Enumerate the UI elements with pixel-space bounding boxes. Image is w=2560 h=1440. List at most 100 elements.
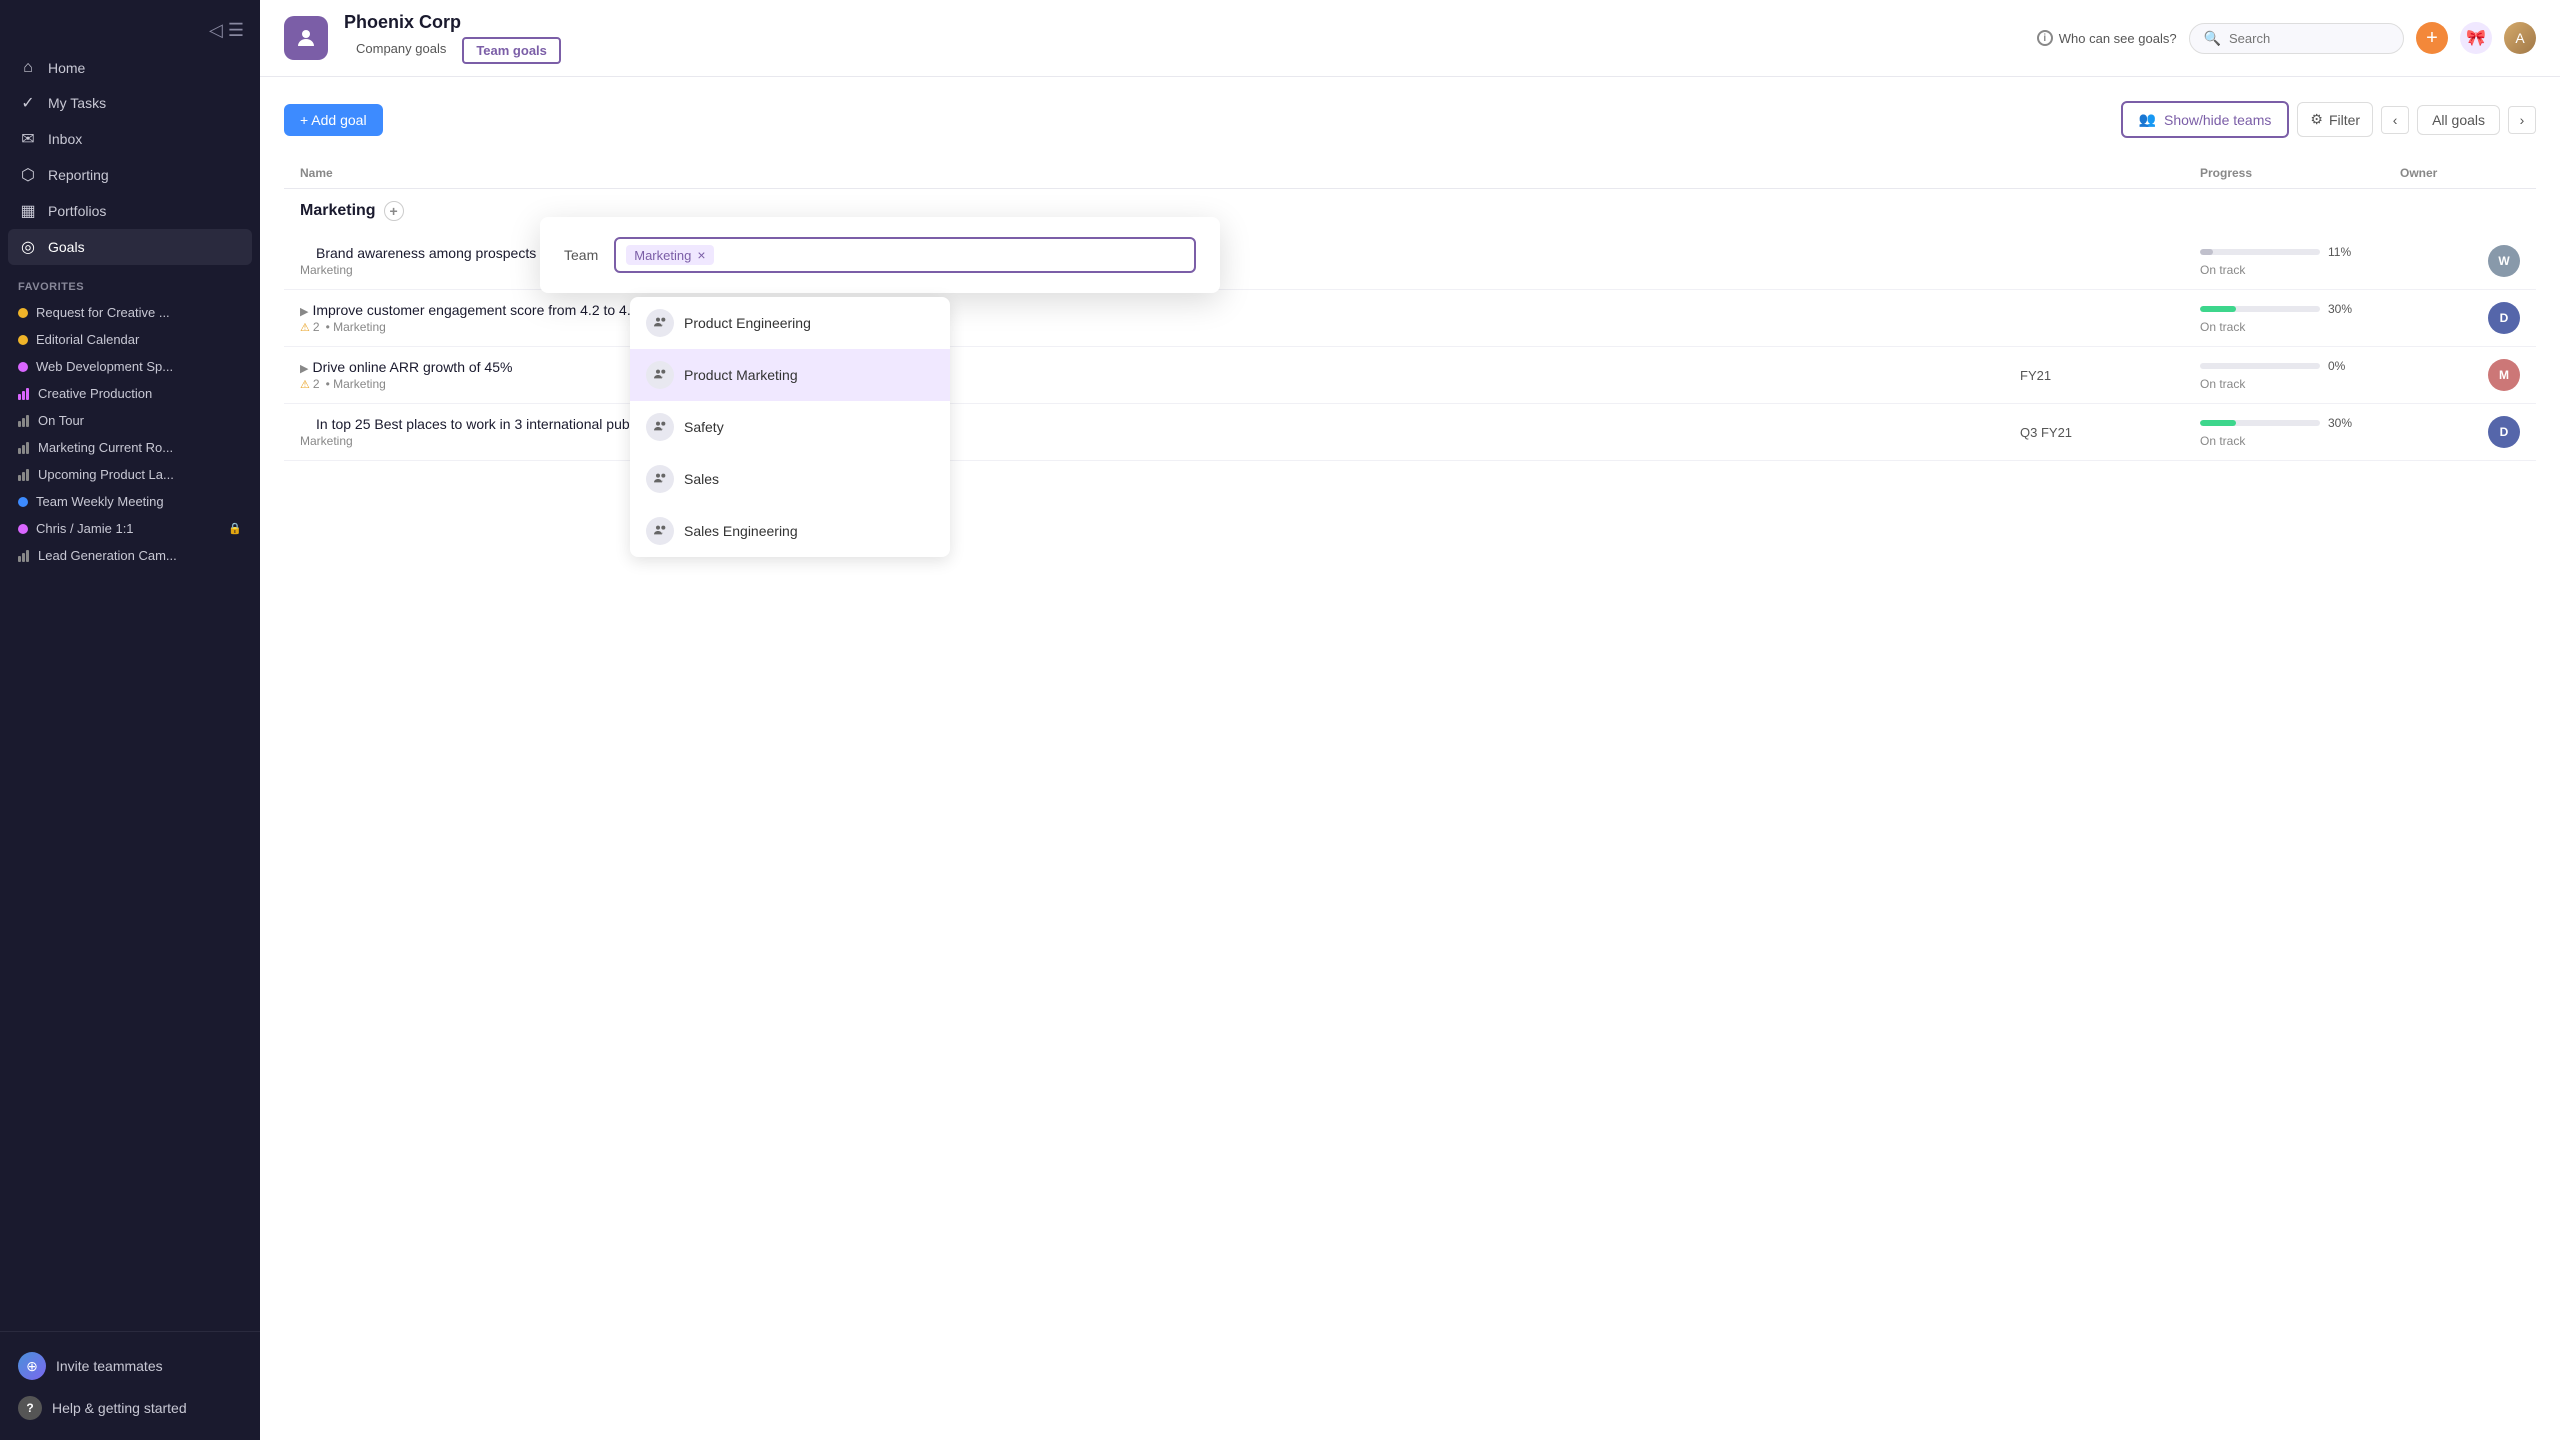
next-arrow[interactable]: ›	[2508, 106, 2536, 134]
sidebar-item-editorial-calendar[interactable]: Editorial Calendar	[8, 326, 252, 353]
sidebar-item-upcoming-product[interactable]: Upcoming Product La...	[8, 461, 252, 488]
tab-team-goals[interactable]: Team goals	[462, 37, 561, 64]
sidebar-item-marketing-current[interactable]: Marketing Current Ro...	[8, 434, 252, 461]
col-progress: Progress	[2200, 166, 2400, 180]
sidebar-item-team-weekly[interactable]: Team Weekly Meeting	[8, 488, 252, 515]
favorites-list: Request for Creative ...Editorial Calend…	[0, 299, 260, 569]
show-hide-teams-button[interactable]: 👥 Show/hide teams	[2121, 101, 2290, 138]
prev-arrow[interactable]: ‹	[2381, 106, 2409, 134]
goal-name: ▶Improve customer engagement score from …	[300, 302, 2020, 318]
favorites-label: Favorites	[0, 265, 260, 299]
team-tag-input[interactable]: Marketing ×	[614, 237, 1196, 273]
sidebar-item-creative-production[interactable]: Creative Production	[8, 380, 252, 407]
section-add-button[interactable]: +	[384, 201, 404, 221]
add-goal-button[interactable]: + Add goal	[284, 104, 383, 136]
sidebar-item-lead-generation[interactable]: Lead Generation Cam...	[8, 542, 252, 569]
table-row[interactable]: In top 25 Best places to work in 3 inter…	[284, 404, 2536, 461]
sidebar-item-inbox[interactable]: ✉Inbox	[8, 121, 252, 157]
team-option-product-marketing[interactable]: Product Marketing	[630, 349, 950, 401]
goal-progress: 0% On track	[2200, 359, 2400, 391]
on-track-label: On track	[2200, 320, 2400, 334]
owner-avatar[interactable]: D	[2488, 302, 2520, 334]
search-box[interactable]: 🔍	[2189, 23, 2404, 54]
goal-progress: 30% On track	[2200, 416, 2400, 448]
fav-bar-upcoming-product	[18, 469, 30, 481]
progress-text: 30%	[2328, 416, 2352, 430]
help-icon: ?	[18, 1396, 42, 1420]
owner-avatar[interactable]: W	[2488, 245, 2520, 277]
header-actions: i Who can see goals? 🔍 + 🎀 A	[2037, 22, 2536, 54]
filter-icon: ⚙	[2310, 111, 2323, 128]
sidebar-item-chris-jamie[interactable]: Chris / Jamie 1:1🔒	[8, 515, 252, 542]
sidebar-nav: ⌂Home✓My Tasks✉Inbox⬡Reporting▦Portfolio…	[0, 51, 260, 265]
main-content: Phoenix Corp Company goals Team goals i …	[260, 0, 2560, 1440]
owner-avatar-image: D	[2488, 302, 2520, 334]
team-icon-safety	[646, 413, 674, 441]
menu-icon: ◁ ☰	[209, 20, 244, 41]
org-info: Phoenix Corp Company goals Team goals	[344, 12, 2021, 64]
expand-arrow[interactable]: ▶	[300, 363, 308, 375]
search-input[interactable]	[2229, 31, 2389, 46]
team-name-product-engineering: Product Engineering	[684, 315, 811, 331]
all-goals-dropdown[interactable]: All goals	[2417, 105, 2500, 135]
sidebar-label-home: Home	[48, 60, 85, 76]
sidebar-item-my-tasks[interactable]: ✓My Tasks	[8, 85, 252, 121]
invite-label: Invite teammates	[56, 1358, 163, 1374]
filter-button[interactable]: ⚙ Filter	[2297, 102, 2373, 137]
sidebar-item-home[interactable]: ⌂Home	[8, 51, 252, 85]
on-track-label: On track	[2200, 263, 2400, 277]
team-name-sales: Sales	[684, 471, 719, 487]
goal-period: Q3 FY21	[2020, 425, 2200, 440]
table-row[interactable]: ▶Improve customer engagement score from …	[284, 290, 2536, 347]
fav-bar-lead-generation	[18, 550, 30, 562]
sidebar-toggle[interactable]: ◁ ☰	[0, 0, 260, 51]
fav-bar-on-tour	[18, 415, 30, 427]
owner-avatar[interactable]: M	[2488, 359, 2520, 391]
owner-col: D	[2400, 302, 2520, 334]
owner-avatar-image: M	[2488, 359, 2520, 391]
avatar[interactable]: A	[2504, 22, 2536, 54]
owner-col: W	[2400, 245, 2520, 277]
sidebar-item-request-creative[interactable]: Request for Creative ...	[8, 299, 252, 326]
fav-dot-team-weekly	[18, 497, 28, 507]
invite-teammates-button[interactable]: ⊕ Invite teammates	[8, 1344, 252, 1388]
goal-progress: 11% On track	[2200, 245, 2400, 277]
help-button[interactable]: ? Help & getting started	[8, 1388, 252, 1428]
team-filter-label: Team	[564, 247, 598, 263]
goal-name: ▶Drive online ARR growth of 45%	[300, 359, 2020, 375]
team-search-input[interactable]	[722, 248, 802, 263]
goal-progress: 30% On track	[2200, 302, 2400, 334]
org-name: Phoenix Corp	[344, 12, 2021, 33]
sidebar-item-on-tour[interactable]: On Tour	[8, 407, 252, 434]
expand-arrow[interactable]: ▶	[300, 306, 308, 318]
owner-avatar[interactable]: D	[2488, 416, 2520, 448]
team-option-sales-engineering[interactable]: Sales Engineering	[630, 505, 950, 557]
goal-name-cell: ▶Drive online ARR growth of 45% ⚠2 • Mar…	[300, 359, 2020, 391]
sidebar-item-reporting[interactable]: ⬡Reporting	[8, 157, 252, 193]
team-filter-row: Team Marketing ×	[564, 237, 1196, 273]
on-track-label: On track	[2200, 434, 2400, 448]
tag-remove[interactable]: ×	[697, 247, 705, 263]
progress-bar-bg	[2200, 306, 2320, 312]
sidebar: ◁ ☰ ⌂Home✓My Tasks✉Inbox⬡Reporting▦Portf…	[0, 0, 260, 1440]
table-row[interactable]: ▶Drive online ARR growth of 45% ⚠2 • Mar…	[284, 347, 2536, 404]
team-option-product-engineering[interactable]: Product Engineering	[630, 297, 950, 349]
sidebar-item-web-development[interactable]: Web Development Sp...	[8, 353, 252, 380]
team-option-safety[interactable]: Safety	[630, 401, 950, 453]
progress-text: 30%	[2328, 302, 2352, 316]
filter-label: Filter	[2329, 112, 2360, 128]
tab-company-goals[interactable]: Company goals	[344, 37, 458, 64]
progress-bar-fill	[2200, 249, 2213, 255]
fav-label-upcoming-product: Upcoming Product La...	[38, 467, 174, 482]
sidebar-item-portfolios[interactable]: ▦Portfolios	[8, 193, 252, 229]
sidebar-item-goals[interactable]: ◎Goals	[8, 229, 252, 265]
team-option-sales[interactable]: Sales	[630, 453, 950, 505]
add-button[interactable]: +	[2416, 22, 2448, 54]
tag-label: Marketing	[634, 248, 691, 263]
goal-sub: ⚠2 • Marketing	[300, 377, 2020, 391]
who-can-see-goals[interactable]: i Who can see goals?	[2037, 30, 2177, 46]
owner-col: M	[2400, 359, 2520, 391]
notification-icon[interactable]: 🎀	[2460, 22, 2492, 54]
progress-bar-bg	[2200, 363, 2320, 369]
team-icon-product-marketing	[646, 361, 674, 389]
